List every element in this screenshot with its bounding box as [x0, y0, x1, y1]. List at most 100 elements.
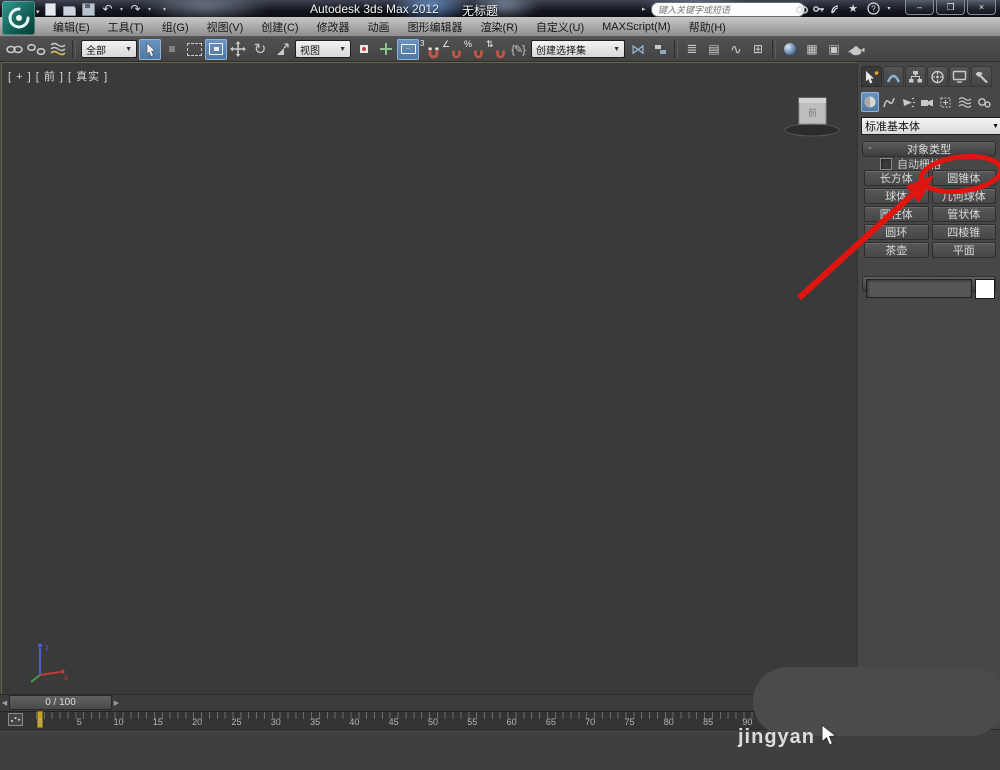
primitive-button-sphere[interactable]: 球体 — [864, 188, 929, 204]
primitive-button-cylinder[interactable]: 圆柱体 — [864, 206, 929, 222]
menu-item-animation[interactable]: 动画 — [359, 17, 399, 37]
object-type-rollout[interactable]: - 对象类型 — [862, 141, 996, 157]
primitive-button-box[interactable]: 长方体 — [864, 170, 929, 186]
search-binoculars-icon[interactable] — [795, 2, 809, 15]
select-and-move-icon[interactable] — [227, 39, 249, 60]
tab-modify[interactable] — [883, 66, 904, 87]
menu-item-tools[interactable]: 工具(T) — [99, 17, 153, 37]
category-systems-icon[interactable] — [975, 92, 993, 112]
category-geometry-icon[interactable] — [861, 92, 879, 112]
category-lights-icon[interactable] — [899, 92, 917, 112]
menu-item-graph-editors[interactable]: 图形编辑器 — [399, 17, 472, 37]
select-and-rotate-icon[interactable]: ↻ — [249, 39, 271, 60]
rectangular-selection-region-icon[interactable] — [183, 39, 205, 60]
keyboard-shortcut-override-icon[interactable]: ∙∙∙ — [397, 38, 419, 60]
menu-item-views[interactable]: 视图(V) — [198, 17, 253, 37]
layer-manager-icon[interactable]: ≣ — [681, 39, 703, 60]
tab-display[interactable] — [949, 66, 970, 87]
primitive-button-pyramid[interactable]: 四棱锥 — [931, 224, 996, 240]
primitive-button-tube[interactable]: 管状体 — [931, 206, 996, 222]
select-and-manipulate-icon[interactable] — [375, 39, 397, 60]
category-helpers-icon[interactable] — [937, 92, 955, 112]
object-name-field[interactable] — [866, 279, 972, 298]
subscription-key-icon[interactable] — [812, 2, 826, 15]
named-selection-sets-dropdown[interactable]: 创建选择集 ▼ — [531, 40, 625, 58]
viewcube[interactable]: 前 — [776, 90, 848, 138]
object-color-swatch[interactable] — [975, 279, 995, 299]
select-and-link-icon[interactable] — [3, 39, 25, 60]
rendered-frame-window-icon[interactable]: ▣ — [823, 39, 845, 60]
viewport-front[interactable] — [1, 62, 858, 695]
redo-dropdown-icon[interactable]: ▾ — [148, 6, 151, 13]
bind-to-space-warp-icon[interactable] — [47, 39, 69, 60]
select-and-scale-icon[interactable] — [271, 39, 293, 60]
mini-curve-editor-icon[interactable] — [8, 713, 23, 726]
communication-center-icon[interactable] — [829, 2, 843, 15]
primitive-button-plane[interactable]: 平面 — [931, 242, 996, 258]
menu-item-group[interactable]: 组(G) — [153, 17, 198, 37]
new-scene-icon[interactable] — [44, 2, 57, 16]
minimize-button[interactable]: – — [905, 0, 934, 15]
tab-utilities[interactable] — [971, 66, 992, 87]
help-icon[interactable]: ? — [866, 2, 880, 15]
application-menu-arrow-icon[interactable]: ▾ — [36, 8, 40, 16]
tab-create[interactable] — [861, 66, 882, 87]
menu-item-customize[interactable]: 自定义(U) — [527, 17, 593, 37]
application-menu-button[interactable] — [2, 1, 35, 35]
time-slider-next-icon[interactable]: ▶ — [112, 696, 121, 710]
category-space-warps-icon[interactable] — [956, 92, 974, 112]
material-editor-icon[interactable] — [779, 39, 801, 60]
menu-item-edit[interactable]: 编辑(E) — [44, 17, 99, 37]
unlink-selection-icon[interactable] — [25, 39, 47, 60]
primitive-type-dropdown[interactable]: 标准基本体 ▼ — [861, 117, 1000, 135]
primitive-button-torus[interactable]: 圆环 — [864, 224, 929, 240]
window-crossing-toggle-icon[interactable] — [205, 38, 227, 60]
percent-snap-toggle-icon[interactable]: % — [463, 39, 485, 60]
viewport-label[interactable]: [ + ] [ 前 ] [ 真实 ] — [8, 68, 108, 84]
spinner-snap-toggle-icon[interactable]: ⇅ — [485, 39, 507, 60]
redo-icon[interactable]: ↷ — [129, 2, 142, 16]
save-file-icon[interactable] — [82, 2, 95, 16]
help-dropdown-icon[interactable]: ▾ — [882, 2, 896, 15]
favorites-star-icon[interactable]: ★ — [846, 2, 860, 15]
open-file-icon[interactable] — [63, 3, 76, 16]
tab-motion[interactable] — [927, 66, 948, 87]
time-slider-track[interactable] — [0, 694, 857, 712]
select-object-icon[interactable] — [139, 38, 161, 60]
primitive-button-teapot[interactable]: 茶壶 — [864, 242, 929, 258]
primitive-button-geosphere[interactable]: 几何球体 — [931, 188, 996, 204]
tab-hierarchy[interactable] — [905, 66, 926, 87]
reference-coordinate-dropdown[interactable]: 视图 ▼ — [295, 40, 351, 58]
undo-icon[interactable]: ↶ — [101, 2, 114, 16]
undo-dropdown-icon[interactable]: ▾ — [120, 6, 123, 13]
render-production-icon[interactable] — [845, 39, 867, 60]
align-icon[interactable] — [649, 39, 671, 60]
selection-filter-dropdown[interactable]: 全部 ▼ — [81, 40, 137, 58]
search-input[interactable] — [658, 4, 798, 15]
menu-item-create[interactable]: 创建(C) — [252, 17, 307, 37]
curve-editor-icon[interactable]: ∿ — [725, 39, 747, 60]
infocenter-search[interactable] — [651, 2, 805, 17]
mirror-icon[interactable]: ⋈ — [627, 39, 649, 60]
qat-customize-icon[interactable]: ▾ — [163, 6, 166, 13]
schematic-view-icon[interactable]: ⊞ — [747, 39, 769, 60]
primitive-button-cone[interactable]: 圆锥体 — [931, 170, 996, 186]
time-slider-grip[interactable]: 0 / 100 — [9, 695, 112, 710]
infocenter-expand-icon[interactable]: ▸ — [642, 5, 646, 13]
render-setup-icon[interactable]: ▦ — [801, 39, 823, 60]
menu-item-maxscript[interactable]: MAXScript(M) — [593, 19, 679, 35]
menu-item-modifiers[interactable]: 修改器 — [308, 17, 359, 37]
close-button[interactable]: × — [967, 0, 996, 15]
use-pivot-point-icon[interactable] — [353, 39, 375, 60]
edit-named-selection-sets-icon[interactable]: {✎} — [507, 39, 529, 60]
category-cameras-icon[interactable] — [918, 92, 936, 112]
snaps-toggle-icon[interactable]: 3 — [419, 39, 441, 60]
menu-item-rendering[interactable]: 渲染(R) — [472, 17, 527, 37]
menu-item-help[interactable]: 帮助(H) — [680, 17, 735, 37]
angle-snap-toggle-icon[interactable]: ∠ — [441, 39, 463, 60]
select-by-name-icon[interactable]: ≡ — [161, 39, 183, 60]
category-shapes-icon[interactable] — [880, 92, 898, 112]
autogrid-checkbox[interactable] — [880, 158, 892, 170]
maximize-button[interactable]: ❒ — [936, 0, 965, 15]
time-slider-prev-icon[interactable]: ◀ — [0, 696, 9, 710]
